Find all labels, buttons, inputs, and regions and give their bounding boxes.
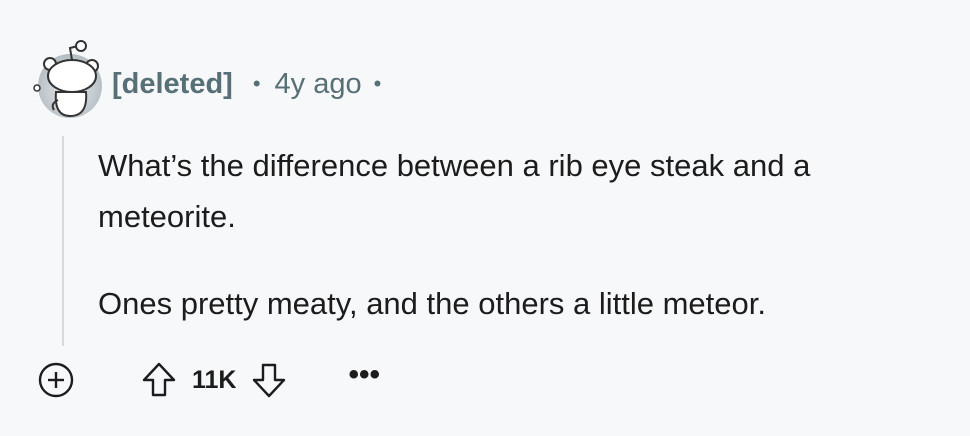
- comment-paragraph: Ones pretty meaty, and the others a litt…: [98, 286, 766, 321]
- timestamp[interactable]: 4y ago: [275, 68, 362, 101]
- vote-score: 11K: [192, 365, 237, 394]
- meta-separator: •: [252, 71, 261, 96]
- comment-actions: 11K •••: [36, 360, 380, 400]
- comment-card: [deleted] • 4y ago • What’s the differen…: [0, 0, 970, 436]
- author-name[interactable]: [deleted]: [112, 68, 233, 101]
- comment-header: [deleted] • 4y ago •: [112, 64, 381, 104]
- plus-circle-icon[interactable]: [36, 360, 76, 400]
- snoo-avatar-icon[interactable]: [32, 38, 106, 118]
- thread-line[interactable]: [62, 136, 64, 346]
- ellipsis-icon[interactable]: •••: [348, 360, 380, 395]
- comment-body: What’s the difference between a rib eye …: [98, 140, 948, 329]
- comment-paragraph: What’s the difference between a rib eye …: [98, 148, 811, 234]
- arrow-up-icon[interactable]: [140, 360, 178, 400]
- arrow-down-icon[interactable]: [250, 360, 288, 400]
- meta-separator-trailing: •: [373, 71, 382, 96]
